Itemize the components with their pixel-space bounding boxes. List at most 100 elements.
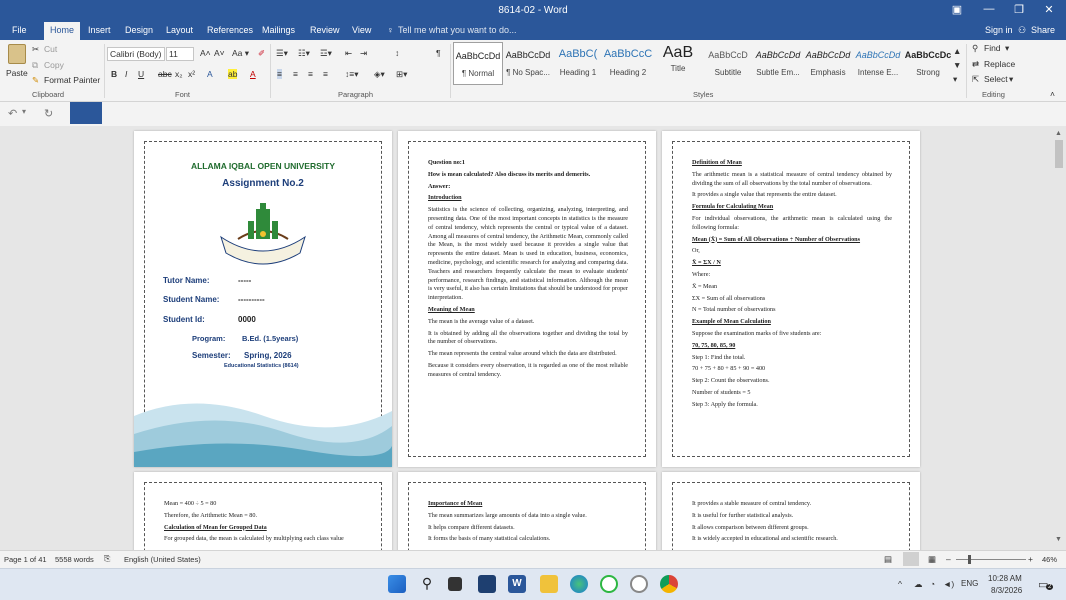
whatsapp-icon[interactable] bbox=[600, 575, 618, 593]
page-definition[interactable]: Definition of Mean The arithmetic mean i… bbox=[662, 131, 920, 467]
numbering-icon[interactable]: ☷▾ bbox=[298, 48, 310, 59]
document-area[interactable]: ALLAMA IQBAL OPEN UNIVERSITY Assignment … bbox=[0, 126, 1066, 550]
decrease-indent-icon[interactable]: ⇤ bbox=[345, 48, 352, 59]
clock-date[interactable]: 8/3/2026 bbox=[991, 586, 1022, 595]
sign-in-link[interactable]: Sign in bbox=[985, 25, 1013, 35]
chrome-icon[interactable] bbox=[660, 575, 678, 593]
tell-me-input[interactable]: Tell me what you want to do... bbox=[398, 25, 517, 35]
clock-time[interactable]: 10:28 AM bbox=[988, 574, 1022, 583]
select-icon[interactable]: ⇱ bbox=[972, 74, 979, 85]
multilevel-list-icon[interactable]: ☲▾ bbox=[320, 48, 332, 59]
bullets-icon[interactable]: ☰▾ bbox=[276, 48, 288, 59]
cloud-icon[interactable]: ☁ bbox=[914, 579, 923, 590]
share-button[interactable]: Share bbox=[1031, 25, 1055, 35]
grow-font-icon[interactable]: A˄ bbox=[200, 48, 211, 58]
paste-icon[interactable] bbox=[8, 44, 26, 64]
style-emphasis[interactable]: AaBbCcDd Emphasis bbox=[803, 42, 853, 85]
borders-icon[interactable]: ⊞▾ bbox=[396, 69, 407, 80]
format-painter-button[interactable]: Format Painter bbox=[44, 75, 100, 85]
language-indicator[interactable]: English (United States) bbox=[124, 555, 201, 564]
page-merits[interactable]: It provides a stable measure of central … bbox=[662, 472, 920, 550]
subscript-icon[interactable]: x₂ bbox=[175, 69, 183, 79]
tab-review[interactable]: Review bbox=[310, 25, 340, 35]
scissors-icon[interactable]: ✂ bbox=[32, 44, 39, 55]
undo-dropdown-icon[interactable]: ▾ bbox=[22, 107, 26, 116]
widgets-icon[interactable] bbox=[478, 575, 496, 593]
redo-icon[interactable]: ↻ bbox=[44, 107, 53, 120]
close-button[interactable]: ✕ bbox=[1034, 3, 1064, 16]
tray-chevron-icon[interactable]: ^ bbox=[898, 579, 902, 589]
gallery-more-icon[interactable]: ▾ bbox=[953, 74, 957, 85]
style-subtitle[interactable]: AaBbCcD Subtitle bbox=[703, 42, 753, 85]
tab-design[interactable]: Design bbox=[125, 25, 153, 35]
tab-mailings[interactable]: Mailings bbox=[262, 25, 295, 35]
cut-button[interactable]: Cut bbox=[44, 44, 57, 54]
search-icon[interactable]: ⚲ bbox=[418, 575, 436, 593]
highlight-icon[interactable]: ab bbox=[228, 69, 238, 79]
align-left-icon[interactable]: ≡ bbox=[277, 69, 282, 79]
copy-icon[interactable]: ⧉ bbox=[32, 60, 38, 71]
vertical-scrollbar[interactable]: ▲ ▼ bbox=[1052, 126, 1066, 550]
edge-icon[interactable] bbox=[570, 575, 588, 593]
scroll-down-icon[interactable]: ▼ bbox=[1055, 536, 1062, 543]
paste-button[interactable]: Paste bbox=[6, 68, 28, 78]
tab-home[interactable]: Home bbox=[44, 22, 81, 40]
customize-toolbar-button[interactable] bbox=[70, 102, 102, 124]
scroll-up-icon[interactable]: ▲ bbox=[1055, 130, 1062, 137]
page-importance[interactable]: Importance of Mean The mean summarizes l… bbox=[398, 472, 656, 550]
find-button[interactable]: Find bbox=[984, 43, 1001, 53]
align-center-icon[interactable]: ≡ bbox=[293, 69, 298, 79]
pilcrow-icon[interactable]: ¶ bbox=[436, 48, 441, 58]
zoom-slider-thumb[interactable] bbox=[968, 555, 971, 564]
page-count[interactable]: Page 1 of 41 bbox=[4, 555, 47, 564]
line-spacing-icon[interactable]: ↕≡▾ bbox=[345, 69, 358, 80]
justify-icon[interactable]: ≡ bbox=[323, 69, 328, 79]
app-icon[interactable] bbox=[630, 575, 648, 593]
word-app-icon[interactable]: W bbox=[508, 575, 526, 593]
font-size-select[interactable]: 11 bbox=[166, 47, 194, 61]
bold-icon[interactable]: B bbox=[111, 69, 117, 79]
tab-references[interactable]: References bbox=[207, 25, 253, 35]
style-normal[interactable]: AaBbCcDd ¶ Normal bbox=[453, 42, 503, 85]
style-title[interactable]: AaB Title bbox=[653, 42, 703, 85]
tab-file[interactable]: File bbox=[12, 25, 27, 35]
zoom-in-icon[interactable]: + bbox=[1028, 554, 1033, 564]
scrollbar-thumb[interactable] bbox=[1055, 140, 1063, 168]
ribbon-display-icon[interactable]: ▣ bbox=[942, 3, 972, 16]
font-name-select[interactable]: Calibri (Body) bbox=[107, 47, 165, 61]
volume-icon[interactable]: ◄) bbox=[943, 579, 954, 589]
wifi-icon[interactable]: ◔ bbox=[930, 579, 935, 589]
tab-view[interactable]: View bbox=[352, 25, 371, 35]
find-dropdown-icon[interactable]: ▾ bbox=[1005, 43, 1009, 54]
find-icon[interactable]: ⚲ bbox=[972, 43, 978, 54]
zoom-level[interactable]: 46% bbox=[1042, 555, 1057, 564]
style-heading-2[interactable]: AaBbCcC Heading 2 bbox=[603, 42, 653, 85]
replace-icon[interactable]: ⇄ bbox=[972, 59, 979, 70]
underline-icon[interactable]: U bbox=[138, 69, 144, 79]
shading-icon[interactable]: ◈▾ bbox=[374, 69, 385, 80]
zoom-slider[interactable] bbox=[956, 559, 1026, 560]
restore-button[interactable]: ❐ bbox=[1004, 3, 1034, 16]
read-mode-icon[interactable]: ▤ bbox=[884, 554, 892, 565]
increase-indent-icon[interactable]: ⇥ bbox=[360, 48, 367, 59]
page-cover[interactable]: ALLAMA IQBAL OPEN UNIVERSITY Assignment … bbox=[134, 131, 392, 467]
language-tray[interactable]: ENG bbox=[961, 579, 978, 588]
select-button[interactable]: Select bbox=[984, 74, 1008, 84]
minimize-button[interactable]: — bbox=[974, 3, 1004, 15]
tab-insert[interactable]: Insert bbox=[88, 25, 111, 35]
style-no-spac[interactable]: AaBbCcDd ¶ No Spac... bbox=[503, 42, 553, 85]
clear-formatting-icon[interactable]: ✐ bbox=[258, 48, 265, 59]
style-strong[interactable]: AaBbCcDc Strong bbox=[903, 42, 953, 85]
web-layout-icon[interactable]: ▦ bbox=[928, 554, 936, 565]
text-effects-icon[interactable]: A bbox=[207, 69, 213, 79]
task-view-icon[interactable] bbox=[448, 577, 462, 591]
word-count[interactable]: 5558 words bbox=[55, 555, 94, 564]
gallery-down-icon[interactable]: ▼ bbox=[953, 60, 961, 70]
style-intense-e[interactable]: AaBbCcDd Intense E... bbox=[853, 42, 903, 85]
strikethrough-icon[interactable]: abc bbox=[158, 69, 172, 79]
superscript-icon[interactable]: x² bbox=[188, 69, 195, 79]
print-layout-icon[interactable] bbox=[903, 552, 919, 566]
page-question-1[interactable]: Question no:1 How is mean calculated? Al… bbox=[398, 131, 656, 467]
style-heading-1[interactable]: AaBbC(Heading 1 bbox=[553, 42, 603, 85]
copy-button[interactable]: Copy bbox=[44, 60, 64, 70]
